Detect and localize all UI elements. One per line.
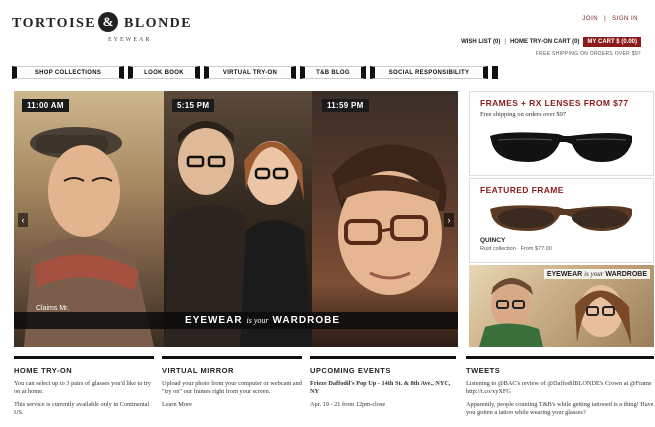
hero-model-label: Claims Mr. [36,305,70,312]
featured-frame-heading: FEATURED FRAME [480,185,564,195]
upcoming-events-column: UPCOMING EVENTS Frieze Daffodil's Pop Up… [310,356,456,427]
wishlist-link[interactable]: WISH LIST (0) [461,39,500,45]
home-try-on-text: You can select up to 3 pairs of glasses … [14,380,151,395]
frames-promo-heading: FRAMES + RX LENSES FROM $77 [480,98,629,108]
featured-frame-name: QUINCY [480,237,506,244]
bottom-info-row: HOME TRY-ON You can select up to 3 pairs… [14,356,654,427]
wardrobe-tile-is-your: is your [584,270,604,278]
home-try-on-note: This service is currently available only… [14,401,150,416]
home-try-on-heading[interactable]: HOME TRY-ON [14,366,154,375]
sign-in-link[interactable]: SIGN IN [612,16,638,22]
wardrobe-tile-caption: EYEWEAR is your WARDROBE [543,269,650,279]
event-title[interactable]: Frieze Daffodil's Pop Up - 14th St. & 8t… [310,380,456,396]
wardrobe-promo-tile[interactable]: EYEWEAR is your WARDROBE [469,265,654,347]
home-try-on-cart-link[interactable]: HOME TRY-ON CART (0) [510,39,579,45]
brand-name-right: BLONDE [124,16,193,31]
brand-tagline: EYEWEAR [108,37,152,43]
brand-logo[interactable]: TORTOISE & BLONDE EYEWEAR [12,12,212,46]
virtual-mirror-text: Upload your photo from your computer or … [162,380,302,395]
time-label-morning: 11:00 AM [22,99,69,112]
hero-panel-evening: 5:15 PM [164,91,312,347]
virtual-mirror-column: VIRTUAL MIRROR Upload your photo from yo… [162,356,302,427]
virtual-mirror-learn-more-link[interactable]: Learn More [162,401,302,409]
tortoise-frame-image [490,205,632,231]
right-sidebar: FRAMES + RX LENSES FROM $77 Free shippin… [469,91,654,347]
hero-caption-eyewear: EYEWEAR [184,315,243,326]
wardrobe-tile-eyewear: EYEWEAR [546,271,583,278]
hero-caption-banner: EYEWEAR is your WARDROBE [14,312,458,329]
featured-frame-detail: Rust collection · From $77.00 [480,246,552,252]
hero-next-arrow-icon[interactable]: › [444,213,454,227]
nav-look-book[interactable]: LOOK BOOK [128,66,200,79]
hero-panel-night: 11:59 PM [312,91,458,347]
hero-caption-is-your: is your [246,316,269,325]
hero-slideshow[interactable]: 11:00 AM Claims Mr. 5:15 PM 11:59 PM ‹ ›… [14,91,458,347]
couple-in-glasses-photo [164,121,312,347]
join-link[interactable]: JOIN [582,16,598,22]
my-cart-button[interactable]: MY CART $ (0.00) [583,37,641,47]
frames-promo-subtext: Free shipping on orders over $97 [480,111,567,118]
tweet-2[interactable]: Apparently, people counting T&B's while … [466,401,654,417]
brand-name-left: TORTOISE [12,16,97,31]
tweets-heading: TWEETS [466,366,501,375]
account-links: JOIN | SIGN IN [579,16,641,22]
black-sunglasses-image [490,132,632,162]
tweet-1[interactable]: Listening to @BAC's review of @DaffodilB… [466,380,654,396]
utility-bar: WISH LIST (0) | HOME TRY-ON CART (0) MY … [461,37,641,47]
home-try-on-column: HOME TRY-ON You can select up to 3 pairs… [14,356,154,427]
tweets-column: TWEETS Listening to @BAC's review of @Da… [466,356,654,427]
hero-caption-wardrobe: WARDROBE [272,315,340,326]
nav-shop-collections[interactable]: SHOP COLLECTIONS [12,66,124,79]
brand-ampersand-emblem: & [98,12,118,32]
wardrobe-tile-wardrobe: WARDROBE [605,271,647,278]
man-with-tortoise-glasses-photo [332,144,447,295]
upcoming-events-heading[interactable]: UPCOMING EVENTS [310,366,456,375]
event-detail: Apr. 19 - 21 from 12pm-close [310,401,386,408]
time-label-evening: 5:15 PM [172,99,215,112]
featured-frame-box[interactable]: FEATURED FRAME QUINCY Rust collection · … [469,178,654,263]
account-separator: | [604,16,607,22]
frames-promo-box[interactable]: FRAMES + RX LENSES FROM $77 Free shippin… [469,91,654,176]
shipping-promo: FREE SHIPPING ON ORDERS OVER $97 [535,51,641,57]
nav-virtual-try-on[interactable]: VIRTUAL TRY-ON [204,66,296,79]
nav-end-cap [492,66,498,79]
nav-social-responsibility[interactable]: SOCIAL RESPONSIBILITY [370,66,488,79]
time-label-night: 11:59 PM [322,99,369,112]
nav-blog[interactable]: T&B BLOG [300,66,366,79]
virtual-mirror-heading[interactable]: VIRTUAL MIRROR [162,366,302,375]
main-nav: SHOP COLLECTIONS LOOK BOOK VIRTUAL TRY-O… [12,66,654,79]
hero-panel-morning: 11:00 AM Claims Mr. [14,91,164,347]
hero-prev-arrow-icon[interactable]: ‹ [18,213,28,227]
utility-separator: | [504,39,506,45]
